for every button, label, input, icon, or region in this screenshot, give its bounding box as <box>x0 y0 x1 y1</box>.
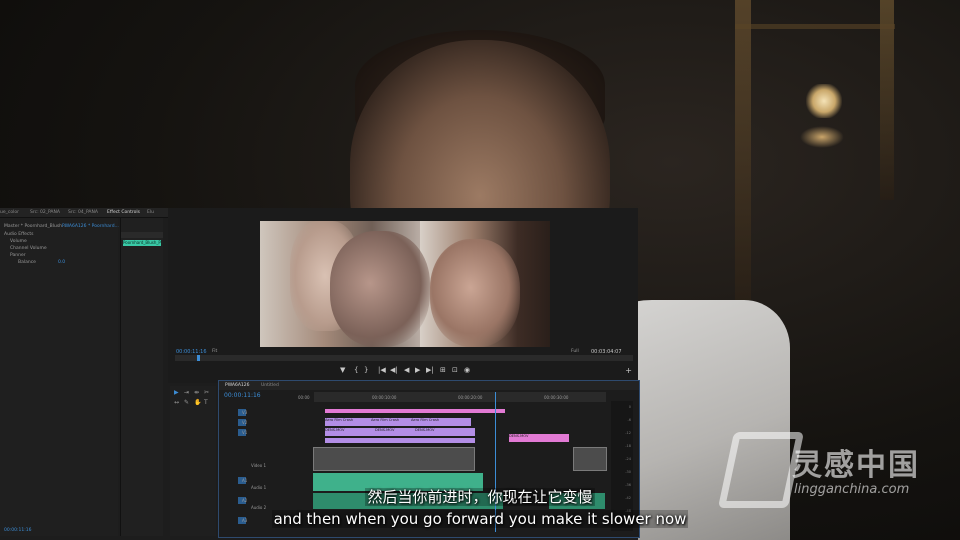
ec-sequence[interactable]: PWA6A126 * Poornhard... <box>62 224 119 229</box>
mini-clip[interactable]: Poornhard_Blush_Pro <box>123 240 161 246</box>
mark-out-button[interactable]: } <box>364 366 368 374</box>
pen-tool-icon[interactable]: ✎ <box>184 400 190 406</box>
program-monitor: 00:00:11:16 Fit Full 00:03:04:07 <box>168 208 638 383</box>
v2-clip-0[interactable]: DENS.MOV <box>325 428 375 436</box>
marker-button[interactable]: ▼ <box>340 366 345 374</box>
track-header-v2[interactable]: V2 <box>224 419 294 427</box>
go-to-in-button[interactable]: |◀ <box>378 366 386 374</box>
v3-clip-1[interactable]: Aero Film Crash <box>371 418 411 426</box>
scrubber-playhead[interactable] <box>197 355 200 361</box>
step-back-button[interactable]: ◀| <box>390 366 398 374</box>
mark-in-button[interactable]: { <box>354 366 358 374</box>
tab-source-1[interactable]: Src: 02_PANA <box>30 210 60 215</box>
v1-video-clip-2[interactable] <box>573 447 607 471</box>
ec-row-panner[interactable]: Panner <box>10 253 26 258</box>
ec-balance-value[interactable]: 0.0 <box>58 260 65 265</box>
tab-sequence[interactable]: PWA6A126 <box>225 383 250 388</box>
program-fit-left[interactable]: Fit <box>212 349 217 354</box>
track-header-v3[interactable]: V3 <box>224 409 294 417</box>
razor-tool-icon[interactable]: ✂ <box>204 390 210 396</box>
v1-video-clip[interactable] <box>313 447 475 471</box>
ec-master: Master * Poornhard_Blush... <box>4 224 67 229</box>
hand-tool-icon[interactable]: ✋ <box>194 400 201 406</box>
program-video-frame <box>260 221 550 347</box>
program-fit-dropdown[interactable]: Full <box>571 349 579 354</box>
meter-label-2: -12 <box>625 431 631 435</box>
tab-untitled[interactable]: Untitled <box>261 383 279 388</box>
transport-controls: ▼ { } |◀ ◀| ◀ ▶ ▶| ⊞ ⊡ ◉ + <box>168 366 638 378</box>
tab-elu[interactable]: Elu <box>147 210 154 215</box>
title-clip[interactable] <box>325 409 505 413</box>
lift-button[interactable]: ⊞ <box>440 366 446 374</box>
meter-label-1: -6 <box>627 418 632 422</box>
meter-label-0: 0 <box>628 405 631 409</box>
extract-button[interactable]: ⊡ <box>452 366 458 374</box>
selection-tool-icon[interactable]: ▶ <box>174 390 180 396</box>
timeline-ruler[interactable]: 00:00 00:00:10:00 00:00:20:00 00:00:30:0… <box>298 392 606 402</box>
track-header-v1[interactable]: V1 <box>224 429 294 437</box>
ec-row-channel-volume[interactable]: Channel Volume <box>10 246 47 251</box>
watermark-chinese: 灵感中国 <box>792 448 920 483</box>
ruler-label-1: 00:00:10:00 <box>372 395 397 400</box>
ec-row-audio-effects: Audio Effects <box>4 232 34 237</box>
timeline-timecode[interactable]: 00:00:11:16 <box>224 392 261 399</box>
slip-tool-icon[interactable]: ↔ <box>174 400 180 406</box>
meter-label-4: -24 <box>625 457 631 461</box>
tab-effect-controls[interactable]: Effect Controls <box>107 210 140 215</box>
track-select-tool-icon[interactable]: ⇥ <box>184 390 190 396</box>
ruler-label-0: 00:00 <box>298 395 310 400</box>
export-frame-button[interactable]: ◉ <box>464 366 470 374</box>
tab-source-2[interactable]: Src: 04_PANA <box>68 210 98 215</box>
v3-clip-0[interactable]: Aero Film Crash <box>325 418 371 426</box>
v2-clip-1[interactable]: DENS.MOV <box>375 428 415 436</box>
v1-label: Video 1 <box>251 463 267 468</box>
track-header-a1[interactable]: A1 <box>224 477 294 485</box>
meter-label-5: -30 <box>625 470 631 474</box>
ec-row-volume[interactable]: Volume <box>10 239 27 244</box>
add-button-icon[interactable]: + <box>625 366 632 375</box>
play-button[interactable]: ▶ <box>415 366 420 374</box>
subtitle-english: and then when you go forward you make it… <box>271 510 689 528</box>
go-to-out-button[interactable]: ▶| <box>426 366 434 374</box>
v2-clip-3[interactable]: DENS.MOV <box>509 434 569 442</box>
ruler-label-3: 00:00:30:00 <box>544 395 569 400</box>
type-tool-icon[interactable]: T <box>204 400 210 406</box>
ripple-tool-icon[interactable]: ⇹ <box>194 390 200 396</box>
meter-label-3: -18 <box>625 444 631 448</box>
tab-source-0[interactable]: ue_color <box>0 210 19 215</box>
mini-ruler[interactable] <box>121 232 163 238</box>
status-timecode: 00:00:11:16 <box>4 528 32 533</box>
v2-clip-2[interactable]: DENS.MOV <box>415 428 475 436</box>
v1-marker-clip[interactable] <box>325 438 475 443</box>
v3-clip-2[interactable]: Aero Film Crash <box>411 418 471 426</box>
program-scrubber[interactable] <box>175 355 633 361</box>
subtitle-chinese: 然后当你前进时，你现在让它变慢 <box>365 488 595 506</box>
ruler-label-2: 00:00:20:00 <box>458 395 483 400</box>
ec-row-balance: Balance <box>18 260 36 265</box>
rewind-button[interactable]: ◀ <box>404 366 409 374</box>
